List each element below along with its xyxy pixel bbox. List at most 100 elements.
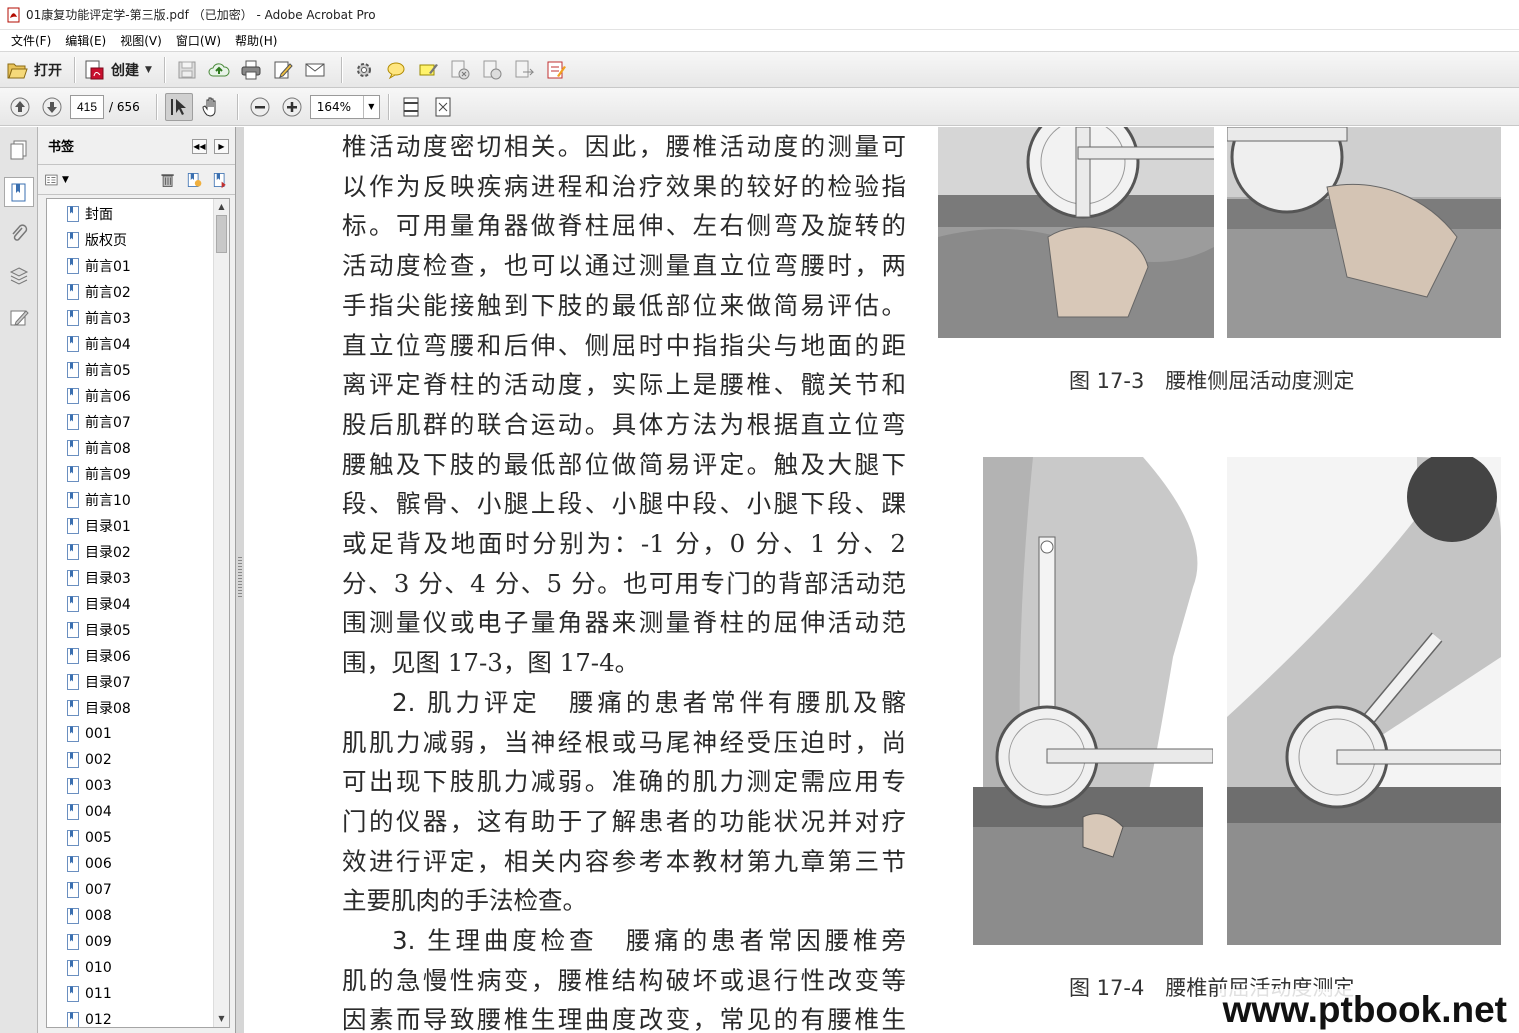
bookmark-item[interactable]: 004 [47,799,229,825]
next-page-button[interactable] [38,93,66,121]
bookmark-item[interactable]: 前言08 [47,435,229,461]
form-button[interactable] [542,56,570,84]
scroll-down-icon[interactable]: ▼ [214,1011,229,1027]
bookmark-item[interactable]: 目录07 [47,669,229,695]
highlight-button[interactable] [414,56,442,84]
bookmark-item[interactable]: 011 [47,981,229,1007]
bookmark-icon [67,856,79,872]
bookmark-item[interactable]: 002 [47,747,229,773]
bookmark-item[interactable]: 版权页 [47,227,229,253]
layers-button[interactable] [4,261,34,291]
bookmark-item[interactable]: 009 [47,929,229,955]
bookmark-item[interactable]: 前言03 [47,305,229,331]
save-button[interactable] [173,56,201,84]
bookmark-item[interactable]: 前言06 [47,383,229,409]
goniometer-photo-image [1227,127,1501,338]
bookmark-item[interactable]: 008 [47,903,229,929]
save-icon [178,61,196,78]
attachments-button[interactable] [4,219,34,249]
new-bookmark-icon[interactable] [185,171,203,189]
scroll-up-icon[interactable]: ▲ [214,199,229,215]
zoom-out-button[interactable] [246,93,274,121]
chevron-down-icon[interactable]: ▼ [362,95,379,118]
signatures-button[interactable] [4,303,34,333]
zoom-in-icon [282,97,302,116]
print-button[interactable] [237,56,265,84]
collapse-panel-icon[interactable]: ◀◀ [191,138,207,154]
bookmark-item[interactable]: 目录04 [47,591,229,617]
menu-window[interactable]: 窗口(W) [169,32,228,49]
bookmark-item[interactable]: 001 [47,721,229,747]
chevron-down-icon: ▼ [145,64,152,75]
bookmark-item[interactable]: 012 [47,1007,229,1027]
bookmark-icon [11,183,26,202]
page-thumbnails-button[interactable] [4,135,34,165]
trash-icon[interactable] [159,171,177,189]
close-panel-icon[interactable]: ▶ [214,138,229,154]
bookmark-item[interactable]: 前言05 [47,357,229,383]
body-line: 手指尖能接触到下肢的最低部位来做简易评估。 [342,290,906,320]
zoom-level-dropdown[interactable]: 164% ▼ [309,94,380,119]
cloud-upload-icon [208,62,230,76]
bookmark-item[interactable]: 006 [47,851,229,877]
bookmark-item[interactable]: 前言02 [47,279,229,305]
bookmark-item[interactable]: 目录08 [47,695,229,721]
bookmark-item[interactable]: 目录02 [47,539,229,565]
bookmark-item[interactable]: 前言04 [47,331,229,357]
full-screen-icon [435,97,451,116]
bookmark-label: 前言02 [85,285,131,301]
settings-button[interactable] [350,56,378,84]
create-button[interactable]: 创建 ▼ [83,56,152,84]
zoom-in-button[interactable] [278,93,306,121]
menu-edit[interactable]: 编辑(E) [58,32,113,49]
insert-page-button[interactable] [510,56,538,84]
previous-page-button[interactable] [6,93,34,121]
edit-button[interactable] [269,56,297,84]
chevron-down-icon: ▼ [62,174,69,185]
delete-page-button[interactable] [446,56,474,84]
bookmark-item[interactable]: 前言09 [47,461,229,487]
bookmark-label: 010 [85,960,112,976]
panel-splitter[interactable] [236,127,244,1033]
page-number-input[interactable]: 415 [70,94,104,119]
bookmark-item[interactable]: 目录05 [47,617,229,643]
bookmark-item[interactable]: 010 [47,955,229,981]
document-view[interactable]: 椎活动度密切相关。因此，腰椎活动度的测量可 以作为反映疾病进程和治疗效果的较好的… [244,127,1519,1033]
bookmark-label: 006 [85,856,112,872]
upload-button[interactable] [205,56,233,84]
select-tool-button[interactable] [164,92,193,121]
comment-button[interactable] [382,56,410,84]
bookmark-item[interactable]: 封面 [47,201,229,227]
bookmark-item[interactable]: 前言07 [47,409,229,435]
bookmark-item[interactable]: 005 [47,825,229,851]
hand-tool-button[interactable] [197,93,225,121]
zoom-level-value: 164% [316,99,352,114]
extract-page-button[interactable] [478,56,506,84]
bookmark-item[interactable]: 目录06 [47,643,229,669]
bookmark-options-button[interactable]: ▼ [44,171,69,189]
bookmark-item[interactable]: 007 [47,877,229,903]
bookmark-item[interactable]: 目录03 [47,565,229,591]
bookmark-icon [67,518,79,534]
open-button[interactable]: 打开 [6,56,62,84]
bookmark-item[interactable]: 前言10 [47,487,229,513]
bookmarks-button[interactable] [4,177,34,207]
email-button[interactable] [301,56,329,84]
bookmark-item[interactable]: 003 [47,773,229,799]
bookmarks-scrollbar[interactable]: ▲ ▼ [213,199,229,1027]
open-label: 打开 [34,62,62,79]
full-screen-button[interactable] [429,93,457,121]
bookmark-icon [67,206,79,222]
bookmark-item[interactable]: 前言01 [47,253,229,279]
bookmark-label: 目录02 [85,545,131,561]
menu-help[interactable]: 帮助(H) [228,32,284,49]
splitter-grip[interactable] [238,557,242,597]
section-2-first-line: 2. 肌力评定 腰痛的患者常伴有腰肌及髂 [342,683,906,723]
menu-view[interactable]: 视图(V) [113,32,169,49]
menu-file[interactable]: 文件(F) [4,32,58,49]
fit-page-button[interactable] [397,93,425,121]
arrow-up-icon [10,97,30,116]
scrollbar-thumb[interactable] [216,215,227,253]
expand-bookmark-icon[interactable] [211,171,229,189]
bookmark-item[interactable]: 目录01 [47,513,229,539]
